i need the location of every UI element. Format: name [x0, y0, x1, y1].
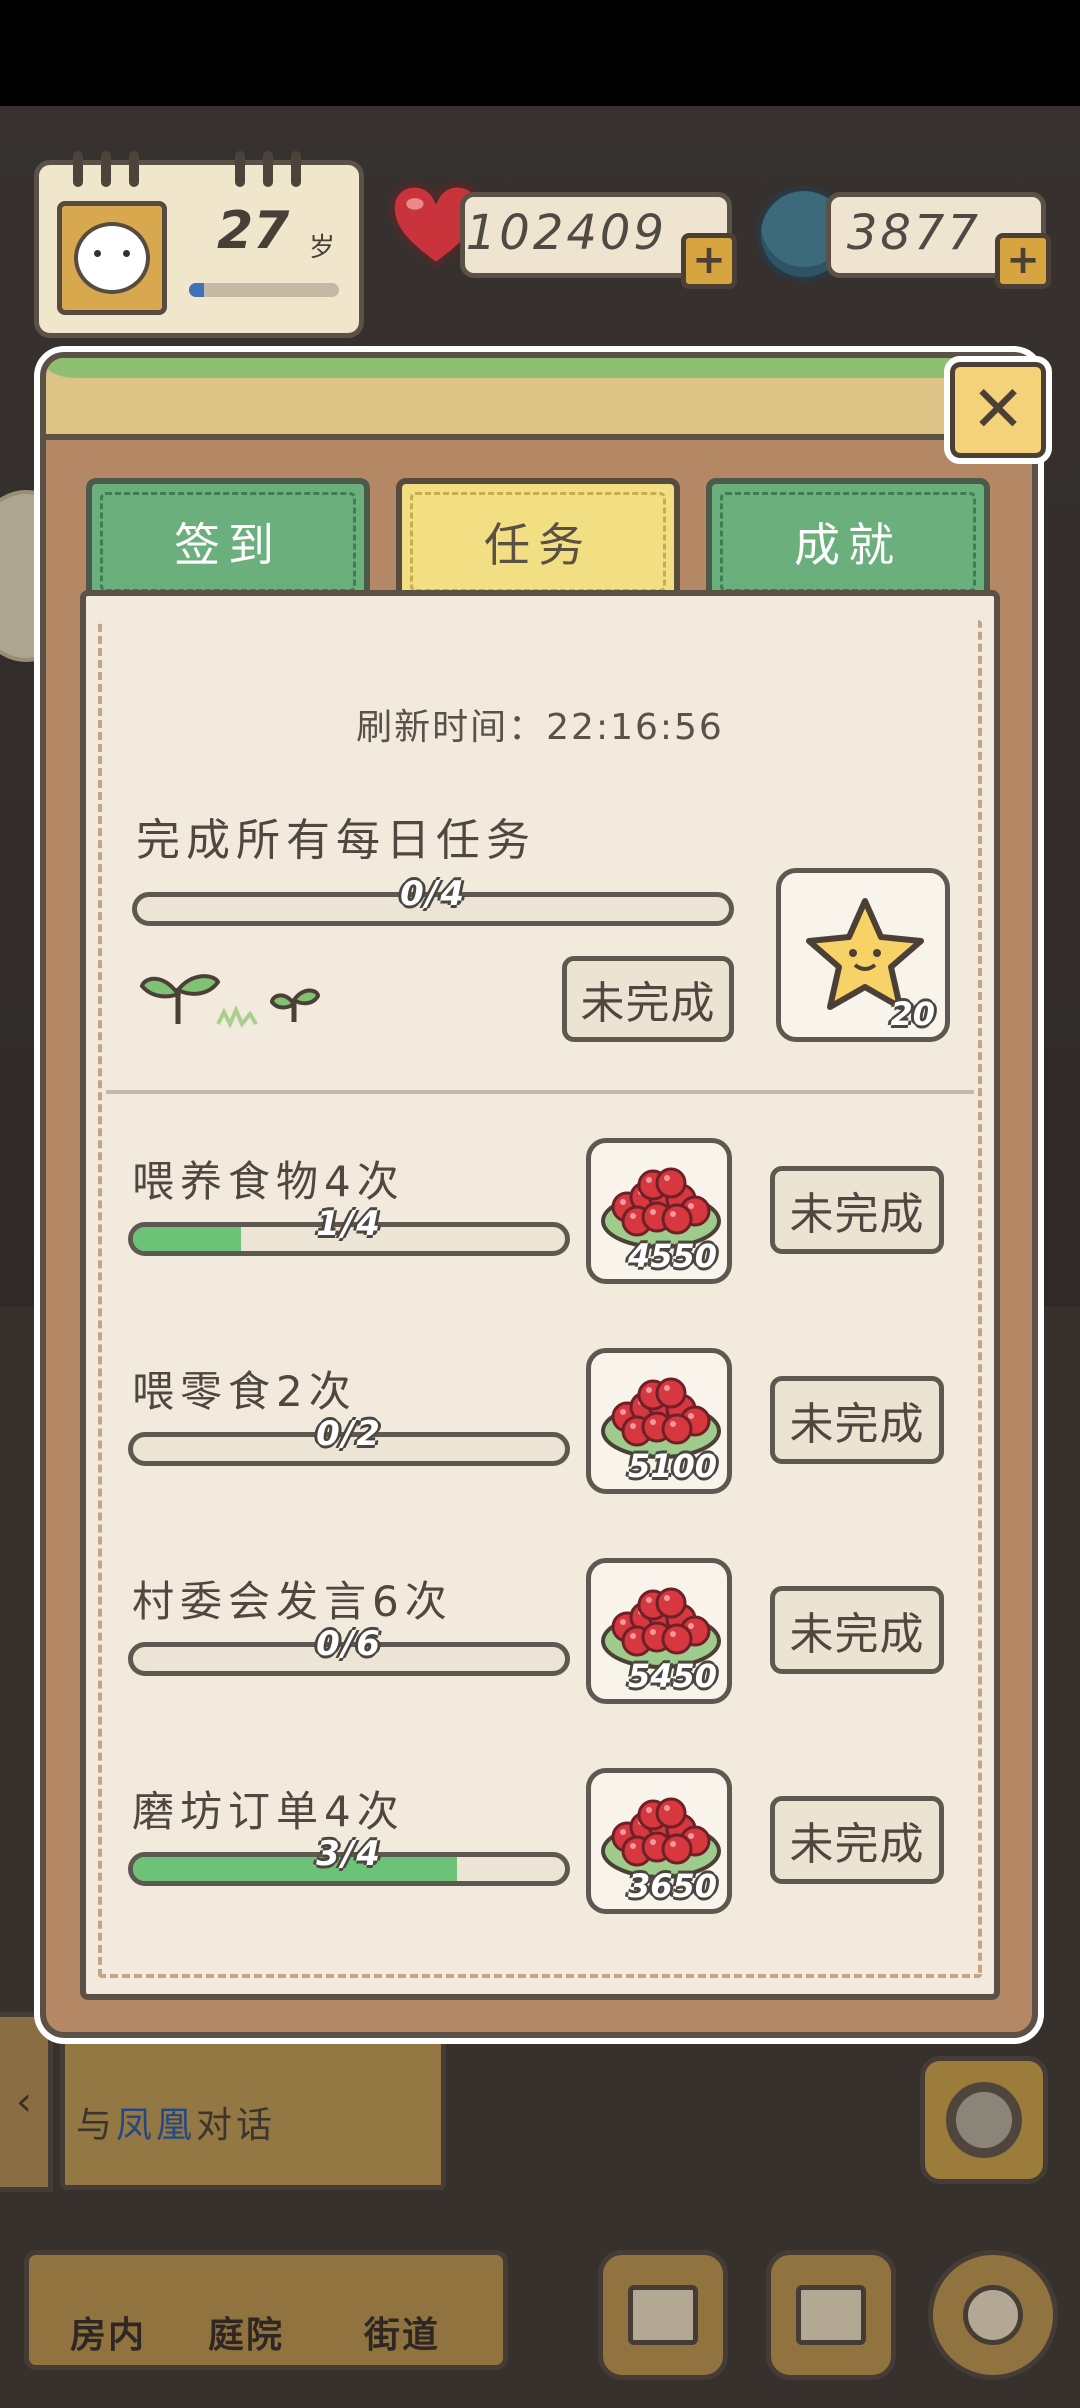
coins-counter: 3877 +: [826, 192, 1051, 289]
avatar[interactable]: [57, 201, 167, 315]
task-reward-amount: 4550: [627, 1237, 717, 1275]
add-coins-button[interactable]: +: [995, 233, 1051, 289]
close-icon: ✕: [971, 373, 1025, 447]
age-unit: 岁: [309, 233, 336, 263]
task-status-button[interactable]: 未完成: [770, 1796, 944, 1884]
tab-achievements[interactable]: 成就: [706, 478, 990, 606]
hearts-value: 102409: [465, 205, 667, 261]
profile-card[interactable]: 27 岁: [34, 151, 364, 338]
coins-value: 3877: [846, 205, 981, 261]
hearts-counter: 102409 +: [460, 192, 737, 289]
tab-checkin-label: 签到: [174, 518, 282, 572]
sprout-icon: [139, 974, 321, 1029]
refresh-time: 刷新时间：22:16:56: [356, 707, 724, 748]
task-title: 磨坊订单4次: [132, 1787, 405, 1836]
task-progress-label: 0/2: [316, 1414, 382, 1454]
age-progress-bar: [189, 283, 339, 297]
task-reward-amount: 5100: [627, 1447, 717, 1485]
task-title: 喂养食物4次: [132, 1157, 405, 1206]
status-bar: [0, 0, 1080, 106]
age-value: 27: [217, 201, 290, 261]
section-divider: [106, 1090, 974, 1094]
task-title: 喂零食2次: [132, 1367, 357, 1416]
tab-tasks[interactable]: 任务: [396, 478, 680, 606]
daily-all-progress-label: 0/4: [400, 874, 466, 914]
task-progress-label: 3/4: [316, 1834, 382, 1874]
task-status-button[interactable]: 未完成: [770, 1586, 944, 1674]
task-reward[interactable]: 3650: [586, 1768, 732, 1914]
task-reward[interactable]: 4550: [586, 1138, 732, 1284]
grass-header: [46, 358, 1032, 440]
task-title: 村委会发言6次: [132, 1577, 453, 1626]
task-list: 刷新时间：22:16:56 完成所有每日任务 0/4 未完成 20 喂养食物4次…: [80, 590, 1000, 2000]
tab-achievements-label: 成就: [794, 518, 902, 572]
daily-all-reward-amount: 20: [890, 995, 935, 1033]
add-hearts-button[interactable]: +: [681, 233, 737, 289]
age-progress-fill: [189, 283, 204, 297]
task-reward-amount: 5450: [627, 1657, 717, 1695]
task-progress-label: 1/4: [316, 1204, 382, 1244]
tab-checkin[interactable]: 签到: [86, 478, 370, 606]
task-status-button[interactable]: 未完成: [770, 1166, 944, 1254]
tab-tasks-label: 任务: [484, 518, 592, 572]
hedgehog-icon: [74, 222, 150, 294]
task-status-button[interactable]: 未完成: [770, 1376, 944, 1464]
daily-all-status-button[interactable]: 未完成: [562, 956, 734, 1042]
task-reward-amount: 3650: [627, 1867, 717, 1905]
close-button[interactable]: ✕: [944, 356, 1052, 464]
task-reward[interactable]: 5450: [586, 1558, 732, 1704]
daily-all-title: 完成所有每日任务: [136, 815, 536, 866]
calendar-rings: [39, 151, 359, 187]
task-reward[interactable]: 5100: [586, 1348, 732, 1494]
task-progress-label: 0/6: [316, 1624, 382, 1664]
daily-all-reward[interactable]: 20: [776, 868, 950, 1042]
